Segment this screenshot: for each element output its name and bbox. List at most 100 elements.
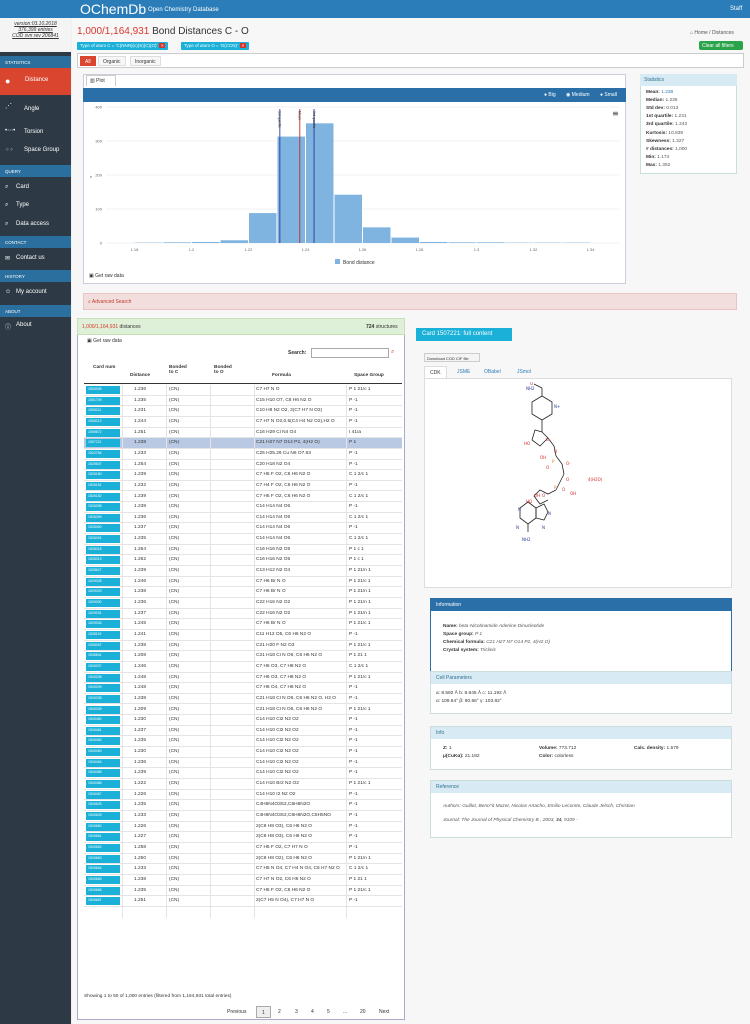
table-row[interactable]: 1540465 1.239 (CN) C14 H10 Cl2 N2 O2 P -1 — [84, 768, 402, 780]
card-link[interactable]: 1540460 — [86, 716, 120, 725]
card-link[interactable]: 1535267 — [86, 641, 120, 650]
table-row[interactable]: 1535267 1.238 (CN) C21 H20 F N2 O3 P 1 21/c … — [84, 641, 402, 652]
card-link[interactable]: 1540662 — [86, 843, 120, 852]
table-row[interactable]: 1540461 1.237 (CN) C14 H10 Cl2 N2 O2 P -1 — [84, 726, 402, 737]
tab-plot[interactable]: ▥ Plot — [86, 75, 116, 86]
card-link[interactable]: 1529030 — [86, 599, 120, 607]
pagination-previous[interactable]: Previous — [222, 1006, 251, 1018]
table-row[interactable]: 1540464 1.236 (CN) C14 H10 Cl2 N2 O2 P -1 — [84, 758, 402, 769]
chart-legend[interactable]: Bond distance — [335, 259, 375, 266]
histogram-bar[interactable] — [363, 227, 391, 243]
card-link[interactable]: 1526180 — [86, 471, 120, 480]
table-row[interactable]: 1528627 1.239 (CN) C13 H12 N2 O4 P 1 21/n 1 — [84, 566, 402, 577]
tab-organic[interactable]: Organic — [98, 56, 126, 66]
card-link[interactable]: 1529031 — [86, 609, 120, 618]
sidebar-item-torsion[interactable]: •⋯• Torsion — [0, 127, 71, 139]
col-space-group[interactable]: Space Group — [354, 373, 384, 378]
sidebar-item-angle[interactable]: ⋰ Angle — [0, 102, 71, 116]
card-link[interactable]: 1501709 — [86, 396, 120, 405]
size-big-radio[interactable]: ● Big — [544, 92, 556, 98]
histogram-bar[interactable] — [306, 123, 334, 243]
tab-all[interactable]: All — [80, 56, 96, 66]
table-row[interactable]: 1525607 1.254 (CN) C20 H18 N2 O4 P -1 — [84, 460, 402, 471]
card-link[interactable]: 1540208 — [86, 673, 120, 682]
tab-inorganic[interactable]: Inorganic — [130, 56, 161, 66]
card-link[interactable]: 1526398 — [86, 503, 120, 512]
close-icon[interactable]: × — [159, 43, 166, 48]
histogram-bar[interactable] — [334, 194, 363, 243]
table-row[interactable]: 1540660 1.226 (CN) 2(C8 H8 O3), C6 H6 N2 O P… — [84, 822, 402, 833]
sidebar-item-card[interactable]: ⌕ Card — [0, 184, 71, 190]
table-row[interactable]: 1526180 1.239 (CN) C7 H5 F O2, C6 H6 N2 O C … — [84, 470, 402, 481]
table-row[interactable]: 1500005 1.236 (CN) C7 H7 N O P 1 21/c 1 — [84, 385, 402, 396]
col-distance[interactable]: Distance — [130, 373, 150, 378]
table-row[interactable]: 1540662 1.258 (CN) C7 H5 F O2, C7 H7 N O P -… — [84, 843, 402, 854]
table-row[interactable]: 1540664 1.233 (CN) C7 H5 N O4, C7 H4 N O4, … — [84, 864, 402, 875]
sidebar-item-space-group[interactable]: ⁘⁘ Space Group — [0, 147, 71, 159]
card-link[interactable]: 1540339 — [86, 705, 120, 714]
table-row[interactable]: 1529031 1.237 (CN) C22 H16 N2 O2 P 1 21/n 1 — [84, 609, 402, 620]
card-link[interactable]: 1540466 — [86, 780, 120, 789]
card-link[interactable]: 1540665 — [86, 875, 120, 884]
card-link[interactable]: 1540661 — [86, 833, 120, 842]
table-row[interactable]: 1507221 1.238 (CN) C21 H27 N7 O14 P2, 4(H2 … — [84, 438, 402, 449]
clear-all-filters-button[interactable]: Clear all filters — [699, 41, 743, 50]
table-row[interactable]: 1540661 1.227 (CN) 2(C8 H8 O3), C6 H6 N2 O P… — [84, 832, 402, 843]
card-link[interactable]: 1540461 — [86, 726, 120, 735]
card-link[interactable]: 1540207 — [86, 662, 120, 671]
card-link[interactable]: 1540626 — [86, 812, 120, 820]
table-search-input[interactable] — [311, 348, 389, 358]
card-link[interactable]: 1540660 — [86, 822, 120, 831]
table-row[interactable]: 1540338 1.238 (CN) C21 H18 Cl N O6, C6 H6 N… — [84, 694, 402, 705]
version-svn[interactable]: COD svn rev 206841 — [0, 33, 71, 39]
table-row[interactable]: 1540626 1.233 (CN) C4H6N4O3S2,C6H6N2O,C5H5N… — [84, 811, 402, 822]
histogram-bar[interactable] — [277, 136, 306, 243]
col-formula[interactable]: Formula — [272, 373, 291, 378]
table-row[interactable]: 1528318 1.264 (CN) C16 H16 N2 O5 P 1 c 1 — [84, 545, 402, 556]
card-link[interactable]: 1540667 — [86, 897, 120, 906]
table-row[interactable]: 1536841 1.208 (CN) C21 H18 Cl N O6, C6 H6 N… — [84, 651, 402, 662]
table-row[interactable]: 1529030 1.236 (CN) C22 H16 N2 O2 P 1 21/n 1 — [84, 598, 402, 609]
table-row[interactable]: 1540663 1.250 (CN) 2(C8 H8 O2), C6 H6 N2 O P… — [84, 854, 402, 865]
card-link[interactable]: 1540625 — [86, 801, 120, 810]
table-row[interactable]: 1540207 1.246 (CN) C7 H6 O3, C7 H8 N2 O C 1 … — [84, 662, 402, 673]
table-row[interactable]: 1529028 1.246 (CN) C7 H6 Br N O P 1 21/c 1 — [84, 577, 402, 588]
card-link[interactable]: 1540663 — [86, 854, 120, 863]
card-link[interactable]: 1540209 — [86, 684, 120, 693]
breadcrumb-home[interactable]: Home — [694, 30, 707, 36]
histogram-bar[interactable] — [192, 241, 220, 243]
histogram-bar[interactable] — [391, 237, 420, 243]
table-row[interactable]: 1522784 1.233 (CN) C25 H25.26 Cu N6 O7.63 P … — [84, 449, 402, 460]
card-link[interactable]: 1526399 — [86, 513, 120, 522]
card-link[interactable]: 1526401 — [86, 535, 120, 544]
pagination-page[interactable]: 3 — [290, 1006, 303, 1018]
card-link[interactable]: 1536841 — [86, 652, 120, 661]
filter-chip-o[interactable]: Type of atom O = 'O(CCN)' × — [181, 42, 249, 50]
hamburger-icon[interactable]: ≡ — [612, 109, 619, 118]
card-link[interactable]: 1535119 — [86, 630, 120, 639]
reference-journal[interactable]: Journal: The Journal of Physical Chemist… — [443, 818, 578, 823]
pagination-page[interactable]: 20 — [355, 1006, 371, 1018]
table-row[interactable]: 1529029 1.238 (CN) C7 H6 Br N O P 1 21/n 1 — [84, 587, 402, 598]
card-link[interactable]: 1528319 — [86, 556, 120, 565]
table-row[interactable]: 1540625 1.235 (CN) C4H6N4O3S2,C6H6N2O P -1 — [84, 800, 402, 811]
card-link[interactable]: 1529034 — [86, 620, 120, 629]
tab-obabel[interactable]: OBabel — [479, 366, 506, 378]
pagination-page[interactable]: 5 — [322, 1006, 335, 1018]
card-link[interactable]: 1507221 — [86, 439, 120, 448]
table-row[interactable]: 1540466 1.222 (CN) C14 H10 Br2 N2 O2 P 1 21/… — [84, 779, 402, 790]
card-link[interactable]: 1522784 — [86, 449, 120, 458]
staff-link[interactable]: Staff — [730, 6, 742, 12]
card-link[interactable]: 1525607 — [86, 460, 120, 469]
table-row[interactable]: 1526401 1.235 (CN) C14 H14 N4 O6 C 1 2/c 1 — [84, 534, 402, 545]
card-link[interactable]: 1528318 — [86, 545, 120, 554]
filter-chip-c[interactable]: Type of atom C = 'C(NNN)(c)(S)(C)(O)' × — [77, 42, 169, 50]
advanced-search-bar[interactable]: ⌕ Advanced Search — [83, 293, 737, 310]
pagination-page[interactable]: 1 — [256, 1006, 271, 1018]
table-row[interactable]: 1540666 1.235 (CN) C7 H5 F O2, C6 H6 N2 O P … — [84, 886, 402, 897]
col-bonded-o[interactable]: Bonded to O — [214, 365, 234, 375]
table-row[interactable]: 1501709 1.235 (CN) C15 H10 O7, C6 H6 N2 O P … — [84, 396, 402, 407]
histogram-bar[interactable] — [220, 240, 249, 243]
table-row[interactable]: 1505211 1.231 (CN) C10 H8 N2 O2, 2(C7 H7 N … — [84, 406, 402, 417]
sidebar-item-contact-us[interactable]: ✉ Contact us — [0, 255, 71, 262]
